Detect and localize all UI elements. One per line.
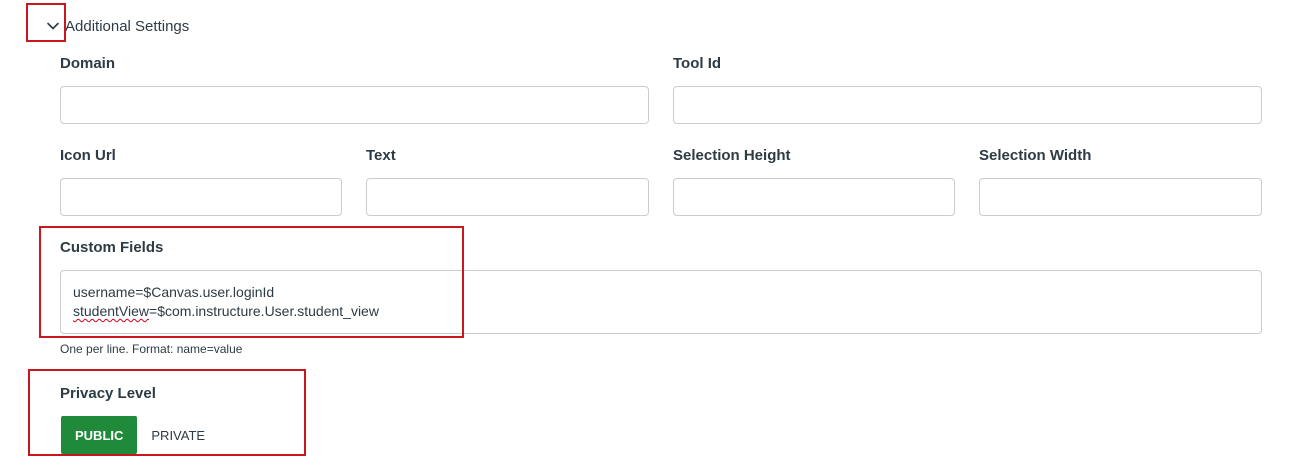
chevron-down-icon <box>47 22 59 30</box>
additional-settings-toggle[interactable]: Additional Settings <box>46 14 189 38</box>
icon-url-label: Icon Url <box>60 147 116 164</box>
domain-input[interactable] <box>60 86 649 124</box>
privacy-private-button[interactable]: PRIVATE <box>137 416 220 454</box>
text-input[interactable] <box>366 178 649 216</box>
tool-id-input[interactable] <box>673 86 1262 124</box>
selection-height-label: Selection Height <box>673 147 791 164</box>
privacy-level-selector: PUBLIC PRIVATE <box>61 416 220 454</box>
text-label: Text <box>366 147 396 164</box>
privacy-public-button[interactable]: PUBLIC <box>61 416 138 454</box>
selection-width-input[interactable] <box>979 178 1262 216</box>
custom-field-line: username=$Canvas.user.loginId <box>73 284 275 300</box>
custom-field-line-value: =$com.instructure.User.student_view <box>149 303 379 319</box>
icon-url-input[interactable] <box>60 178 342 216</box>
custom-fields-textarea[interactable]: username=$Canvas.user.loginId studentVie… <box>60 270 1262 334</box>
tool-id-label: Tool Id <box>673 55 722 72</box>
selection-width-label: Selection Width <box>979 147 1092 164</box>
custom-field-line: studentView=$com.instructure.User.studen… <box>73 302 1249 321</box>
custom-fields-label: Custom Fields <box>60 239 164 256</box>
privacy-level-label: Privacy Level <box>60 385 156 402</box>
additional-settings-label: Additional Settings <box>65 17 190 35</box>
domain-label: Domain <box>60 55 116 72</box>
spellcheck-word: studentView <box>73 303 150 319</box>
selection-height-input[interactable] <box>673 178 955 216</box>
custom-fields-hint: One per line. Format: name=value <box>60 342 243 356</box>
